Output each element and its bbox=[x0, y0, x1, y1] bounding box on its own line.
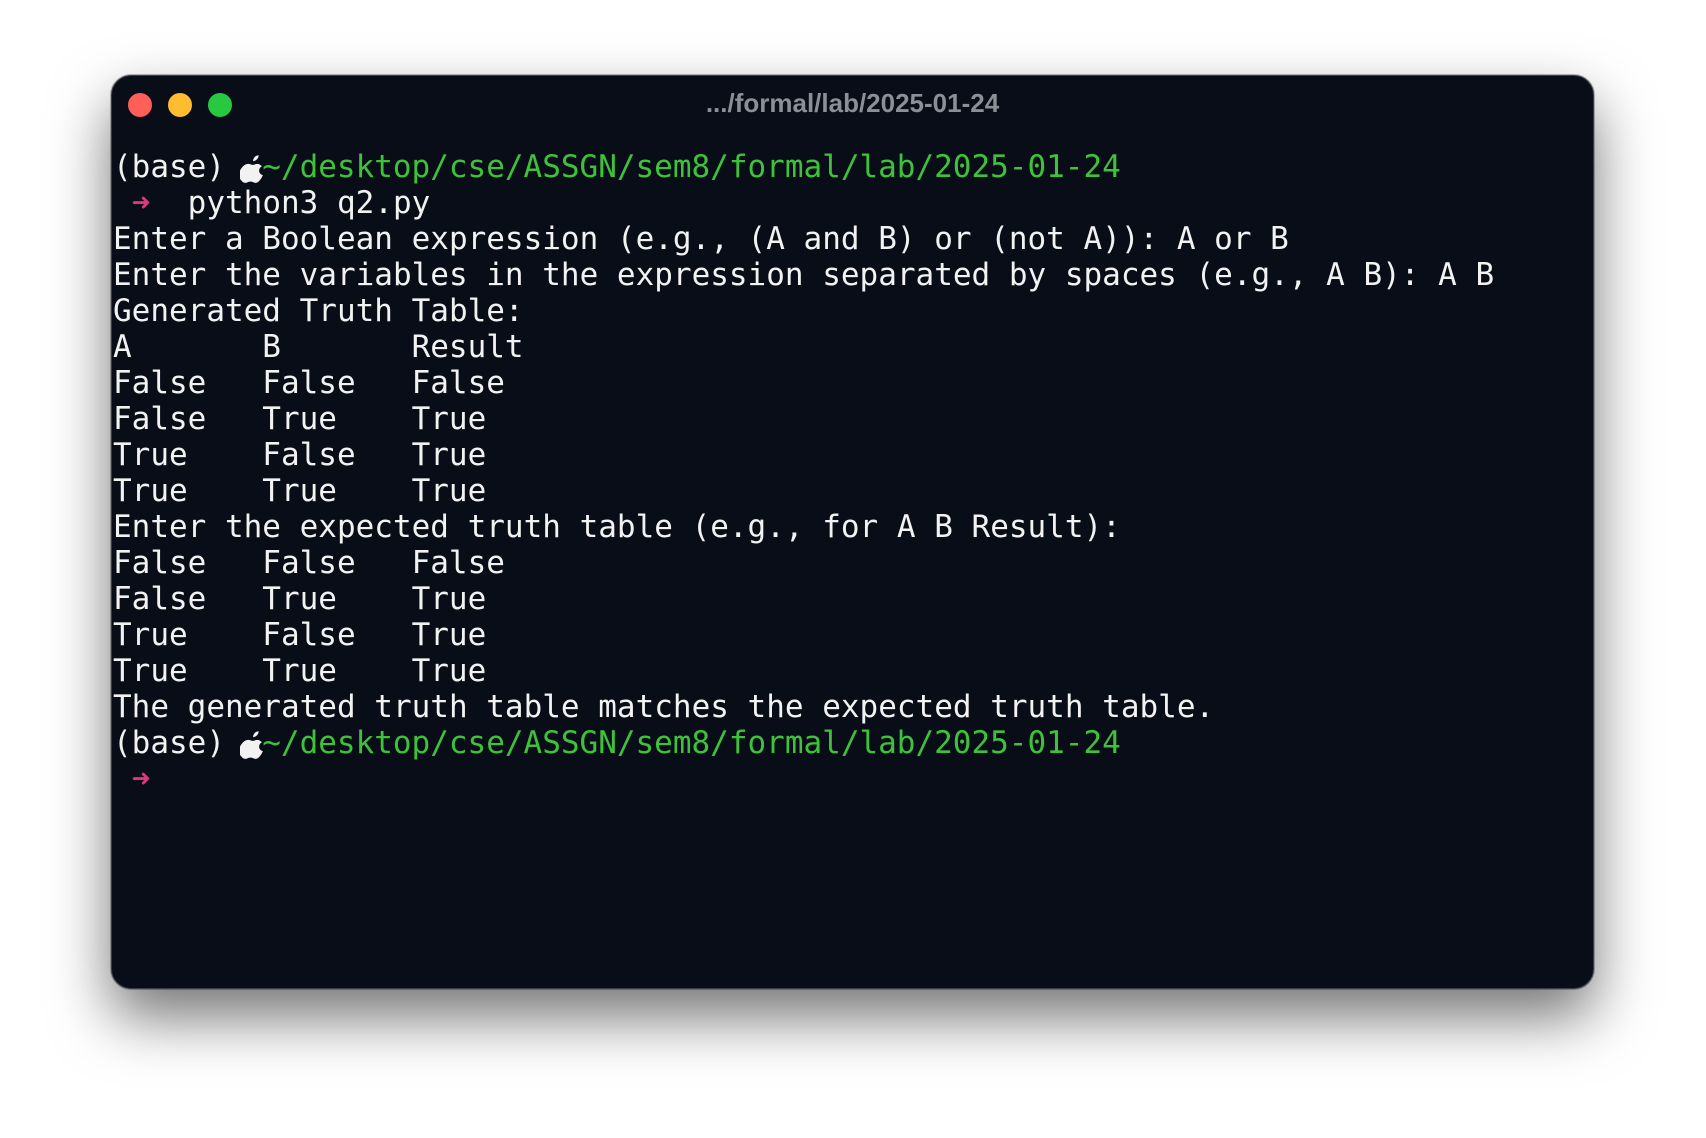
table-row: True True True bbox=[113, 473, 1583, 509]
conda-env-label: (base) bbox=[113, 725, 225, 761]
prompt-path: ~/desktop/cse/ASSGN/sem8/formal/lab/2025… bbox=[262, 149, 1121, 185]
prompt-path: ~/desktop/cse/ASSGN/sem8/formal/lab/2025… bbox=[262, 725, 1121, 761]
output-line: Generated Truth Table: bbox=[113, 293, 524, 329]
output-line: Enter the variables in the expression se… bbox=[113, 257, 1495, 293]
window-title: .../formal/lab/2025-01-24 bbox=[705, 88, 1000, 118]
table-header-row: A B Result bbox=[113, 329, 1583, 365]
table-cell: True bbox=[411, 617, 487, 653]
table-header-cell: A bbox=[113, 329, 132, 365]
conda-env-label: (base) bbox=[113, 149, 225, 185]
table-cell: True bbox=[113, 473, 188, 509]
table-cell: True bbox=[262, 401, 337, 437]
table-cell: False bbox=[411, 545, 505, 581]
table-cell: True bbox=[262, 581, 337, 617]
table-cell: False bbox=[113, 581, 207, 617]
table-row: False True True bbox=[113, 581, 1583, 617]
arrow-icon: ➜ bbox=[131, 761, 151, 797]
output-line: The generated truth table matches the ex… bbox=[113, 689, 1215, 725]
table-row: True False True bbox=[113, 437, 1583, 473]
arrow-icon: ➜ bbox=[131, 185, 151, 221]
command-text: python3 q2.py bbox=[187, 185, 431, 221]
command-line[interactable]: ➜ bbox=[113, 761, 1583, 797]
table-header-cell: Result bbox=[411, 329, 524, 365]
terminal-output[interactable]: (base) ~/desktop/cse/ASSGN/sem8/formal/l… bbox=[113, 149, 1583, 797]
table-cell: True bbox=[262, 473, 337, 509]
table-cell: True bbox=[113, 653, 188, 689]
table-cell: True bbox=[411, 581, 487, 617]
table-row: False False False bbox=[113, 365, 1583, 401]
table-cell: False bbox=[113, 401, 207, 437]
table-row: False True True bbox=[113, 401, 1583, 437]
terminal-window: .../formal/lab/2025-01-24 (base) ~/deskt… bbox=[111, 75, 1594, 989]
prompt-line: (base) ~/desktop/cse/ASSGN/sem8/formal/l… bbox=[113, 149, 1583, 185]
table-cell: True bbox=[262, 653, 337, 689]
prompt-line: (base) ~/desktop/cse/ASSGN/sem8/formal/l… bbox=[113, 725, 1583, 761]
command-line: ➜ python3 q2.py bbox=[113, 185, 1583, 221]
table-cell: False bbox=[262, 365, 356, 401]
output-line: Enter a Boolean expression (e.g., (A and… bbox=[113, 221, 1289, 257]
table-cell: False bbox=[262, 545, 356, 581]
table-cell: True bbox=[411, 437, 487, 473]
table-cell: True bbox=[411, 401, 487, 437]
title-bar: .../formal/lab/2025-01-24 bbox=[112, 76, 1593, 134]
table-cell: False bbox=[411, 365, 505, 401]
table-header-cell: B bbox=[262, 329, 281, 365]
table-row: False False False bbox=[113, 545, 1583, 581]
table-cell: False bbox=[262, 437, 356, 473]
table-cell: False bbox=[262, 617, 356, 653]
table-cell: True bbox=[113, 617, 188, 653]
table-cell: False bbox=[113, 365, 207, 401]
apple-icon bbox=[239, 149, 263, 185]
output-line: Enter the expected truth table (e.g., fo… bbox=[113, 509, 1121, 545]
table-cell: False bbox=[113, 545, 207, 581]
table-cell: True bbox=[113, 437, 188, 473]
apple-icon bbox=[239, 725, 263, 761]
table-cell: True bbox=[411, 653, 487, 689]
table-row: True False True bbox=[113, 617, 1583, 653]
table-row: True True True bbox=[113, 653, 1583, 689]
table-cell: True bbox=[411, 473, 487, 509]
